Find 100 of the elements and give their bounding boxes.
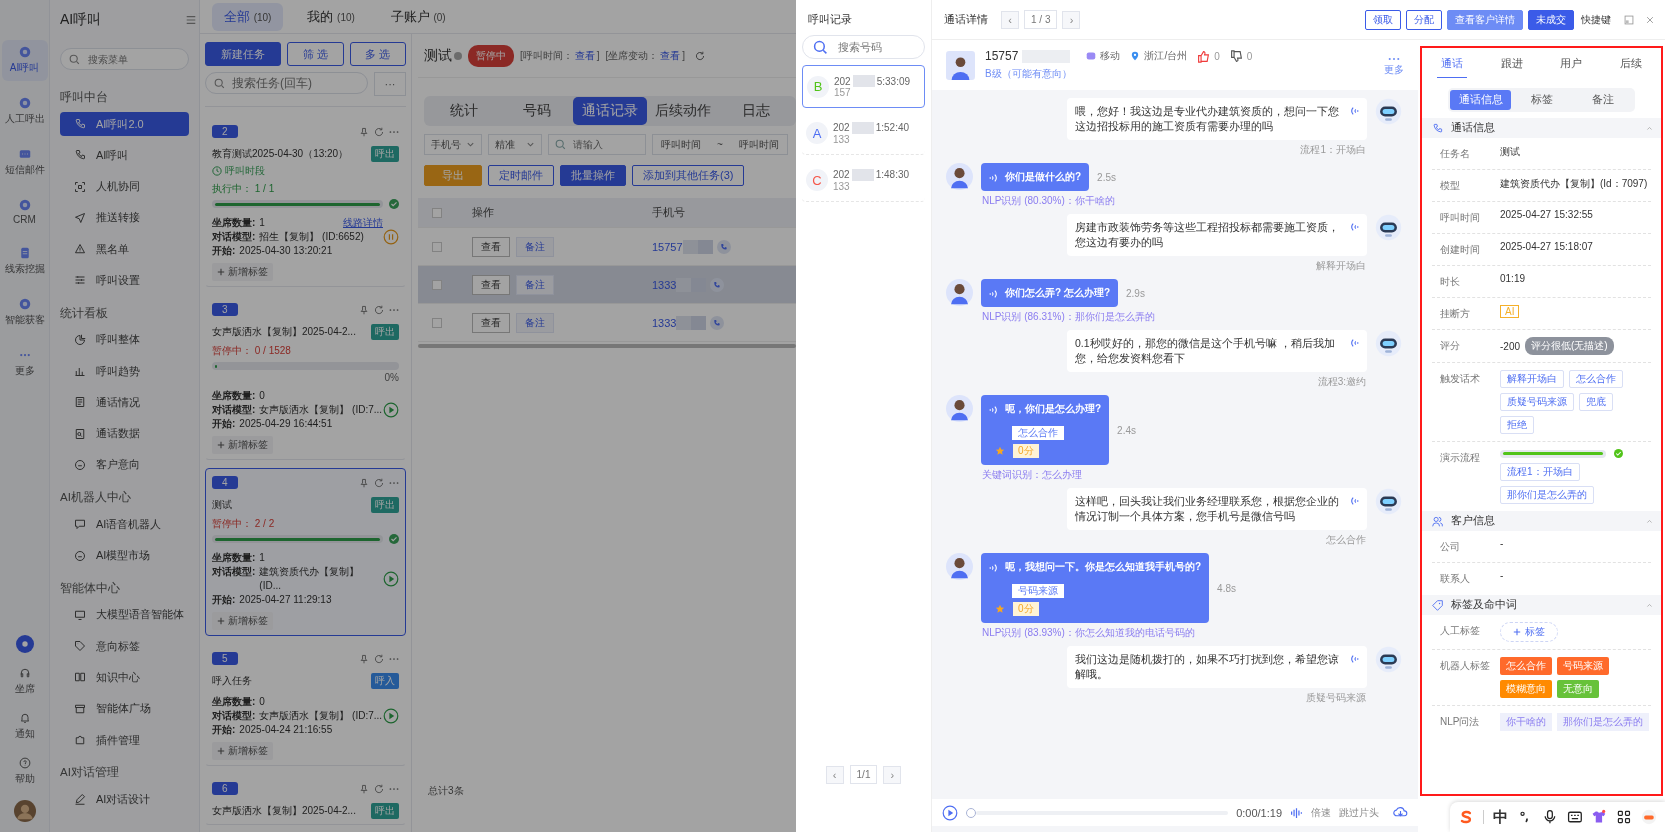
menu-item[interactable]: AI呼叫 xyxy=(60,143,189,168)
audio-progress-handle[interactable] xyxy=(966,807,976,818)
note-button[interactable]: 备注 xyxy=(516,312,554,333)
panel-tab[interactable]: 通话 xyxy=(1436,50,1467,78)
audio-icon[interactable] xyxy=(1349,338,1359,348)
play-button[interactable] xyxy=(942,804,958,821)
rail-item[interactable]: 智能获客 xyxy=(1,292,48,333)
view-tab[interactable]: 通话记录 xyxy=(573,97,647,125)
refresh-icon[interactable] xyxy=(374,304,384,315)
add-tag-button[interactable]: 新增标签 xyxy=(212,436,273,454)
search-input[interactable]: 请输入 xyxy=(571,138,639,151)
next-page-button[interactable]: › xyxy=(883,765,902,784)
menu-item[interactable]: 呼叫整体 xyxy=(60,327,189,352)
view-button[interactable]: 查看 xyxy=(472,236,510,257)
input-method-logo[interactable] xyxy=(1458,809,1474,825)
task-tab[interactable]: 我的 (10) xyxy=(295,2,367,31)
phone-icon[interactable] xyxy=(710,277,725,292)
checkbox[interactable] xyxy=(432,317,442,328)
grid-icon[interactable] xyxy=(1616,809,1633,825)
section-header[interactable]: 通话信息 xyxy=(1422,118,1661,138)
pin-icon[interactable] xyxy=(359,304,369,315)
panel-tab[interactable]: 后续 xyxy=(1616,50,1647,78)
refresh-icon[interactable] xyxy=(374,477,384,488)
add-tag-button[interactable]: 新增标签 xyxy=(212,612,273,630)
audio-icon[interactable] xyxy=(989,289,999,299)
menu-item[interactable]: 人机协同 xyxy=(60,174,189,199)
menu-item[interactable]: AI呼叫2.0 xyxy=(60,112,189,136)
close-icon[interactable] xyxy=(1645,14,1655,25)
audio-icon[interactable] xyxy=(989,563,999,573)
menu-icon[interactable] xyxy=(185,14,197,26)
audio-icon[interactable] xyxy=(1349,106,1359,116)
action-button[interactable]: 定时邮件 xyxy=(488,165,554,186)
thumbs-up-icon[interactable] xyxy=(1197,49,1211,63)
waveform-icon[interactable] xyxy=(1290,806,1303,819)
menu-item[interactable]: 黑名单 xyxy=(60,237,189,262)
column-header[interactable]: 手机号 xyxy=(652,205,685,220)
play-icon[interactable] xyxy=(383,571,399,587)
add-tag-button[interactable]: 新增标签 xyxy=(212,742,273,760)
play-icon[interactable] xyxy=(383,402,399,418)
table-row[interactable]: 查看 备注 1333 xyxy=(418,266,796,304)
action-button[interactable]: 批量操作 xyxy=(560,165,626,186)
menu-item[interactable]: AI对话设计 xyxy=(60,787,189,812)
audio-icon[interactable] xyxy=(1349,222,1359,232)
task-tab[interactable]: 全部 (10) xyxy=(212,2,284,31)
view-button[interactable]: 查看 xyxy=(472,274,510,295)
refresh-icon[interactable] xyxy=(374,653,384,664)
segment-tab[interactable]: 备注 xyxy=(1572,90,1633,110)
field-select[interactable]: 手机号 xyxy=(424,134,482,155)
panel-tab[interactable]: 用户 xyxy=(1556,50,1587,78)
table-row[interactable]: 查看 备注 1333 xyxy=(418,304,796,342)
record-item[interactable]: C 202 1:48:30 133 xyxy=(802,159,925,202)
next-page-button[interactable]: › xyxy=(1062,10,1081,29)
panel-tab[interactable]: 跟进 xyxy=(1496,50,1527,78)
scrollbar[interactable] xyxy=(418,344,796,348)
segment-tab[interactable]: 通话信息 xyxy=(1450,90,1511,110)
view-tab[interactable]: 日志 xyxy=(719,97,793,125)
audio-icon[interactable] xyxy=(989,405,999,415)
phone-icon[interactable] xyxy=(710,315,725,330)
task-tab[interactable]: 子账户 (0) xyxy=(378,2,458,31)
more-button[interactable]: ··· xyxy=(374,72,406,96)
prev-page-button[interactable]: ‹ xyxy=(1001,10,1019,29)
date-to-field[interactable]: 呼叫时间 xyxy=(738,137,779,152)
phone-icon[interactable] xyxy=(716,239,731,254)
menu-item[interactable]: 通话数据 xyxy=(60,421,189,446)
status-icon[interactable] xyxy=(15,635,34,653)
section-header[interactable]: 客户信息 xyxy=(1422,511,1661,531)
menu-item[interactable]: 呼叫设置 xyxy=(60,268,189,293)
search-input[interactable]: 搜索任务(回车) xyxy=(230,75,359,91)
view-tab[interactable]: 号码 xyxy=(500,97,574,125)
audio-icon[interactable] xyxy=(1349,496,1359,506)
add-tag-button[interactable]: 新增标签 xyxy=(212,263,273,281)
menu-item[interactable]: 大模型语音智能体 xyxy=(60,602,189,627)
menu-item[interactable]: 知识中心 xyxy=(60,665,189,690)
view-tab[interactable]: 统计 xyxy=(427,97,501,125)
skin-avatar-icon[interactable] xyxy=(1641,809,1657,825)
rail-item[interactable]: 线索挖掘 xyxy=(1,241,48,282)
menu-item[interactable]: 通话情况 xyxy=(60,390,189,415)
checkbox[interactable] xyxy=(432,207,442,218)
checkbox[interactable] xyxy=(432,241,442,252)
menu-item[interactable]: 智能体广场 xyxy=(60,696,189,721)
rail-item[interactable]: 更多 xyxy=(1,343,48,384)
menu-item[interactable]: 客户意向 xyxy=(60,452,189,477)
pin-icon[interactable] xyxy=(359,783,369,794)
segment-tab[interactable]: 标签 xyxy=(1511,90,1572,110)
checkbox[interactable] xyxy=(432,279,442,290)
thumbs-down-icon[interactable] xyxy=(1229,49,1243,63)
header-button[interactable]: 快捷键 xyxy=(1579,9,1613,30)
header-button[interactable]: 未成交 xyxy=(1528,9,1574,30)
line-details-link[interactable]: 线路详情 xyxy=(343,216,383,230)
toolbar-button[interactable]: 多 选 xyxy=(349,42,406,66)
date-from-field[interactable]: 呼叫时间 xyxy=(661,137,701,152)
user-avatar[interactable] xyxy=(13,800,36,822)
task-card[interactable]: 6 女声版洒水【复制】2025-04-2... 呼出 xyxy=(205,774,406,825)
task-card[interactable]: 2 教育测试2025-04-30（13:20） 呼出 呼叫时段 执行中： 1 / 1 坐席数量: 1 线路详情 对话模型: 招生【复制】 (ID:6652) 开始: 2025-04-30 13:20:21 新增标签 xyxy=(205,117,406,287)
search-input[interactable]: 搜索号码 xyxy=(836,40,914,54)
pin-icon[interactable] xyxy=(359,477,369,488)
pause-icon[interactable] xyxy=(383,229,399,245)
phone-number[interactable]: 15757 xyxy=(652,240,683,253)
note-button[interactable]: 备注 xyxy=(516,274,554,295)
mode-select[interactable]: 精准 xyxy=(488,134,542,155)
